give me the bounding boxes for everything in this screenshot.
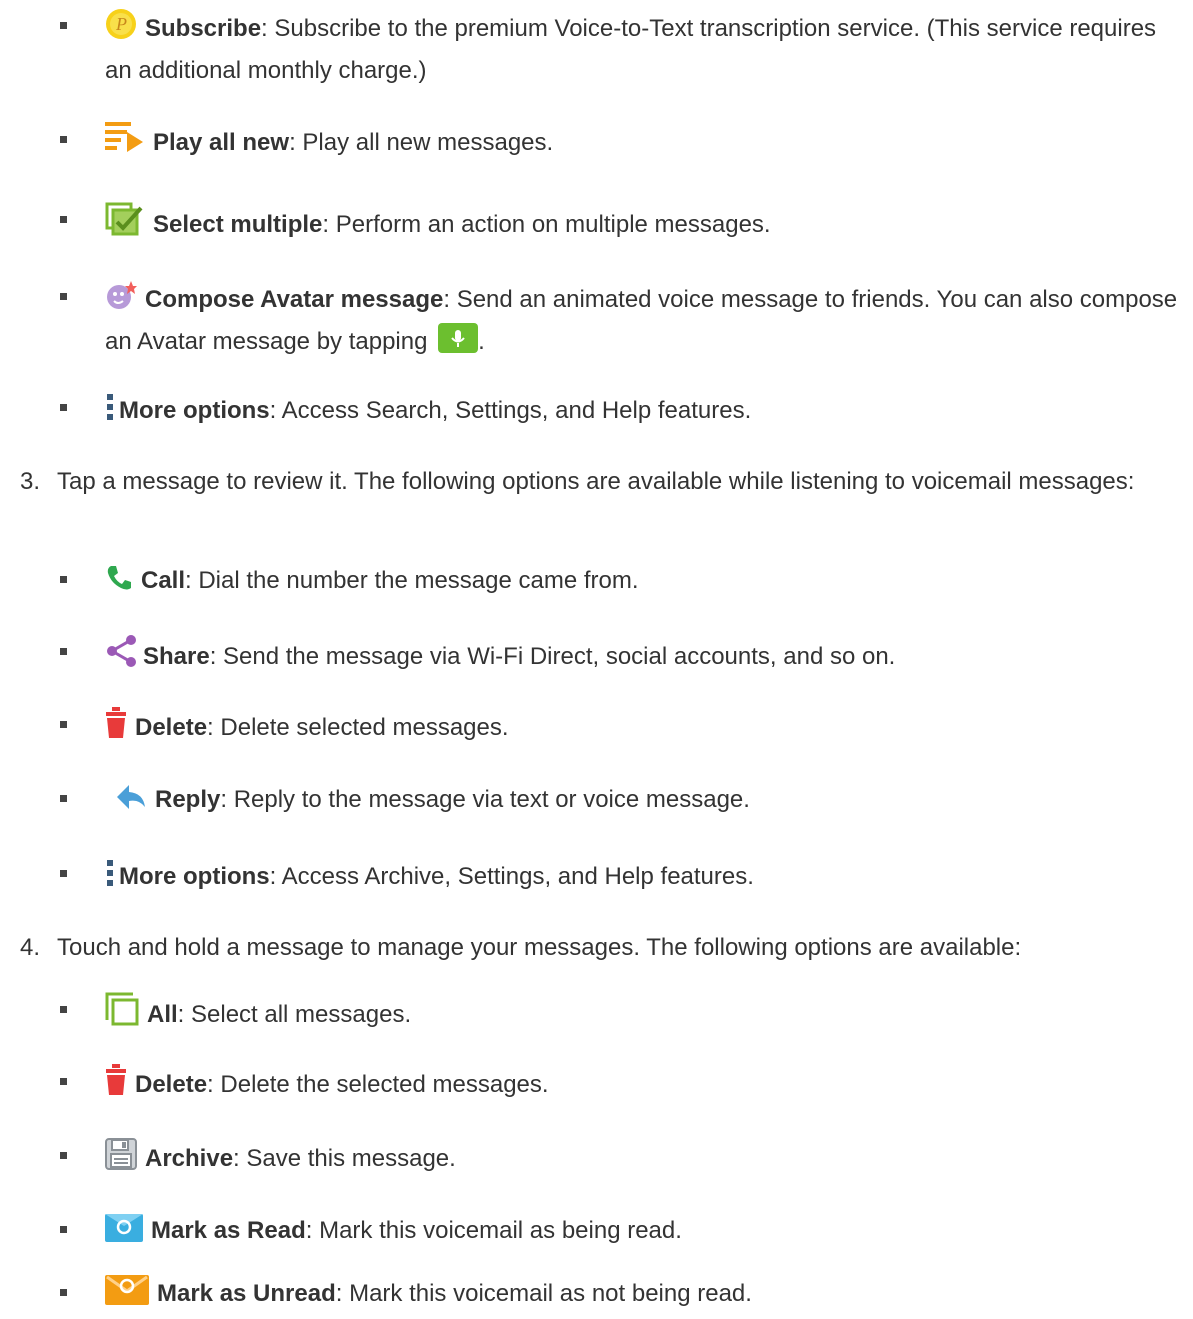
step-text: Tap a message to review it. The followin…: [57, 468, 1135, 495]
item-description: : Access Archive, Settings, and Help fea…: [269, 863, 754, 890]
item-label: All: [147, 1001, 178, 1028]
select-multiple-icon: [105, 202, 145, 248]
list-item-all: All: Select all messages.: [60, 992, 1183, 1038]
step-text: Touch and hold a message to manage your …: [57, 934, 1022, 961]
list-item-reply: Reply: Reply to the message via text or …: [60, 781, 1183, 823]
list-item-mark-read: Mark as Read: Mark this voicemail as bei…: [60, 1212, 1183, 1254]
item-label: Delete: [135, 1071, 208, 1098]
item-label: Share: [143, 643, 210, 670]
list-item-more-options-2: More options: Access Archive, Settings, …: [60, 856, 1183, 900]
list-item-delete-2: Delete: Delete the selected messages.: [60, 1064, 1183, 1108]
list-item-call: Call: Dial the number the message came f…: [60, 562, 1183, 604]
list-item-play-all-new: Play all new: Play all new messages.: [60, 122, 1183, 166]
help-page: P Subscribe: Subscribe to the premium Vo…: [0, 0, 1193, 1319]
step-number: 4.: [19, 934, 40, 961]
item-description: : Send the message via Wi-Fi Direct, soc…: [209, 643, 896, 670]
mark-unread-icon: [105, 1275, 149, 1317]
bullet-marker: [60, 22, 67, 29]
item-label: Subscribe: [145, 15, 262, 42]
item-description: : Play all new messages.: [289, 129, 554, 156]
select-all-icon: [105, 992, 139, 1038]
item-description: : Select all messages.: [177, 1001, 412, 1028]
item-label: Play all new: [153, 129, 290, 156]
list-item-share: Share: Send the message via Wi-Fi Direct…: [60, 634, 1183, 680]
bullet-marker: [60, 1226, 67, 1233]
list-item-compose-avatar: Compose Avatar message: Send an animated…: [60, 279, 1183, 365]
item-label: Archive: [145, 1145, 234, 1172]
list-item-select-multiple: Select multiple: Perform an action on mu…: [60, 202, 1183, 248]
bullet-marker: [60, 721, 67, 728]
item-label: Reply: [155, 786, 221, 813]
bullet-marker: [60, 576, 67, 583]
bullet-marker: [60, 404, 67, 411]
item-label: More options: [119, 397, 270, 424]
item-description: : Perform an action on multiple messages…: [322, 211, 771, 238]
item-label: More options: [119, 863, 270, 890]
item-label: Delete: [135, 714, 208, 741]
bullet-marker: [60, 648, 67, 655]
list-item-mark-unread: Mark as Unread: Mark this voicemail as n…: [60, 1275, 1183, 1317]
item-label: Mark as Unread: [157, 1280, 336, 1307]
bullet-marker: [60, 293, 67, 300]
item-description: : Access Search, Settings, and Help feat…: [269, 397, 752, 424]
step-3: 3. Tap a message to review it. The follo…: [0, 463, 1183, 501]
reply-icon: [117, 783, 147, 823]
bullet-marker: [60, 795, 67, 802]
bullet-marker: [60, 1078, 67, 1085]
item-label: Call: [141, 567, 186, 594]
item-description: : Mark this voicemail as being read.: [305, 1217, 682, 1244]
item-label: Compose Avatar message: [145, 286, 444, 313]
list-item-delete: Delete: Delete selected messages.: [60, 707, 1183, 751]
item-label: Mark as Read: [151, 1217, 306, 1244]
item-description: : Delete the selected messages.: [207, 1071, 549, 1098]
item-description: : Dial the number the message came from.: [185, 567, 639, 594]
more-options-icon: [105, 856, 115, 900]
item-description: : Save this message.: [233, 1145, 456, 1172]
item-description: : Mark this voicemail as not being read.: [335, 1280, 752, 1307]
play-all-new-icon: [105, 122, 145, 166]
item-description: : Reply to the message via text or voice…: [220, 786, 750, 813]
share-icon: [105, 634, 139, 680]
bullet-marker: [60, 870, 67, 877]
mark-read-icon: [105, 1212, 143, 1254]
list-item-more-options: More options: Access Search, Settings, a…: [60, 390, 1183, 434]
trash-icon: [105, 1064, 127, 1108]
subscribe-icon: P: [105, 8, 137, 52]
trash-icon: [105, 707, 127, 751]
more-options-icon: [105, 390, 115, 434]
bullet-marker: [60, 136, 67, 143]
bullet-marker: [60, 1006, 67, 1013]
phone-icon: [105, 564, 133, 604]
step-number: 3.: [19, 468, 40, 495]
item-description: : Subscribe to the premium Voice-to-Text…: [105, 15, 1157, 84]
bullet-marker: [60, 1152, 67, 1159]
item-description: : Delete selected messages.: [207, 714, 509, 741]
microphone-button-icon: [438, 323, 479, 365]
list-item-subscribe: P Subscribe: Subscribe to the premium Vo…: [60, 8, 1183, 90]
trailing-period: .: [478, 328, 485, 355]
bullet-marker: [60, 1289, 67, 1296]
item-label: Select multiple: [153, 211, 323, 238]
svg-text:P: P: [115, 14, 127, 34]
bullet-marker: [60, 216, 67, 223]
step-4: 4. Touch and hold a message to manage yo…: [0, 929, 1183, 967]
archive-icon: [105, 1138, 137, 1182]
avatar-icon: [105, 279, 137, 323]
list-item-archive: Archive: Save this message.: [60, 1138, 1183, 1182]
